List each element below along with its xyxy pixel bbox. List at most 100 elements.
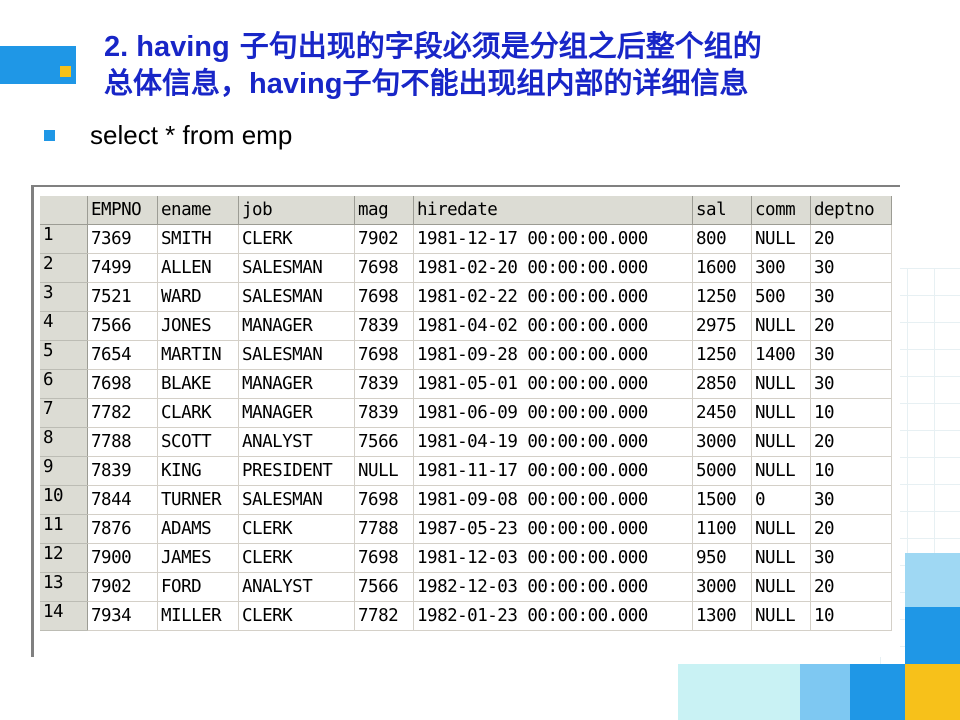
- table-cell[interactable]: 20: [810, 427, 892, 457]
- table-cell[interactable]: ANALYST: [238, 572, 355, 602]
- table-cell[interactable]: NULL: [751, 224, 811, 254]
- table-cell[interactable]: 7782: [354, 601, 414, 631]
- table-cell[interactable]: 7698: [354, 340, 414, 370]
- table-cell[interactable]: 1981-09-08 00:00:00.000: [413, 485, 693, 515]
- table-cell[interactable]: SALESMAN: [238, 253, 355, 283]
- table-cell[interactable]: 7698: [87, 369, 158, 399]
- table-cell[interactable]: 7698: [354, 282, 414, 312]
- table-cell[interactable]: SMITH: [157, 224, 239, 254]
- table-cell[interactable]: NULL: [751, 311, 811, 341]
- table-cell[interactable]: 800: [692, 224, 752, 254]
- row-number[interactable]: 4: [40, 311, 88, 341]
- table-row[interactable]: 2 7499 ALLEN SALESMAN 7698 1981-02-20 00:00:0…: [40, 253, 892, 283]
- table-cell[interactable]: 1981-12-03 00:00:00.000: [413, 543, 693, 573]
- table-cell[interactable]: 2975: [692, 311, 752, 341]
- table-cell[interactable]: NULL: [751, 543, 811, 573]
- table-cell[interactable]: 1987-05-23 00:00:00.000: [413, 514, 693, 544]
- row-number[interactable]: 9: [40, 456, 88, 486]
- table-cell[interactable]: 7902: [354, 224, 414, 254]
- table-cell[interactable]: 1981-11-17 00:00:00.000: [413, 456, 693, 486]
- table-cell[interactable]: BLAKE: [157, 369, 239, 399]
- table-cell[interactable]: MARTIN: [157, 340, 239, 370]
- table-cell[interactable]: 500: [751, 282, 811, 312]
- table-cell[interactable]: 3000: [692, 427, 752, 457]
- table-cell[interactable]: 7654: [87, 340, 158, 370]
- table-cell[interactable]: MANAGER: [238, 311, 355, 341]
- row-number[interactable]: 1: [40, 224, 88, 254]
- table-cell[interactable]: 3000: [692, 572, 752, 602]
- table-cell[interactable]: 7499: [87, 253, 158, 283]
- table-cell[interactable]: 950: [692, 543, 752, 573]
- table-cell[interactable]: 1600: [692, 253, 752, 283]
- table-cell[interactable]: 7839: [87, 456, 158, 486]
- table-cell[interactable]: FORD: [157, 572, 239, 602]
- table-cell[interactable]: 1981-02-20 00:00:00.000: [413, 253, 693, 283]
- table-cell[interactable]: SCOTT: [157, 427, 239, 457]
- table-cell[interactable]: 7900: [87, 543, 158, 573]
- table-cell[interactable]: SALESMAN: [238, 340, 355, 370]
- table-cell[interactable]: 30: [810, 282, 892, 312]
- row-number[interactable]: 7: [40, 398, 88, 428]
- row-number[interactable]: 13: [40, 572, 88, 602]
- table-cell[interactable]: NULL: [751, 369, 811, 399]
- column-header[interactable]: job: [238, 196, 355, 225]
- table-cell[interactable]: 2450: [692, 398, 752, 428]
- table-cell[interactable]: 1982-01-23 00:00:00.000: [413, 601, 693, 631]
- row-number[interactable]: 8: [40, 427, 88, 457]
- table-cell[interactable]: NULL: [751, 456, 811, 486]
- table-row[interactable]: 5 7654 MARTIN SALESMAN 7698 1981-09-28 00:00:…: [40, 340, 892, 370]
- column-header[interactable]: EMPNO: [87, 196, 158, 225]
- table-cell[interactable]: NULL: [751, 514, 811, 544]
- table-cell[interactable]: 1981-06-09 00:00:00.000: [413, 398, 693, 428]
- table-row[interactable]: 13 7902 FORD ANALYST 7566 1982-12-03 00:00:00…: [40, 572, 892, 602]
- table-cell[interactable]: PRESIDENT: [238, 456, 355, 486]
- table-cell[interactable]: 7698: [354, 543, 414, 573]
- table-cell[interactable]: ANALYST: [238, 427, 355, 457]
- table-cell[interactable]: 7902: [87, 572, 158, 602]
- table-cell[interactable]: 7844: [87, 485, 158, 515]
- row-number[interactable]: 10: [40, 485, 88, 515]
- table-cell[interactable]: 10: [810, 456, 892, 486]
- table-cell[interactable]: 1100: [692, 514, 752, 544]
- table-row[interactable]: 10 7844 TURNER SALESMAN 7698 1981-09-08 00:00…: [40, 485, 892, 515]
- table-cell[interactable]: 1981-12-17 00:00:00.000: [413, 224, 693, 254]
- table-cell[interactable]: 1250: [692, 340, 752, 370]
- table-cell[interactable]: NULL: [751, 572, 811, 602]
- table-cell[interactable]: 7876: [87, 514, 158, 544]
- table-cell[interactable]: NULL: [354, 456, 414, 486]
- table-cell[interactable]: SALESMAN: [238, 485, 355, 515]
- table-cell[interactable]: CLERK: [238, 224, 355, 254]
- table-cell[interactable]: MANAGER: [238, 398, 355, 428]
- table-cell[interactable]: 7566: [354, 572, 414, 602]
- row-number[interactable]: 12: [40, 543, 88, 573]
- table-cell[interactable]: JAMES: [157, 543, 239, 573]
- column-header[interactable]: comm: [751, 196, 811, 225]
- table-cell[interactable]: 1300: [692, 601, 752, 631]
- row-number[interactable]: 11: [40, 514, 88, 544]
- table-cell[interactable]: CLARK: [157, 398, 239, 428]
- table-cell[interactable]: 10: [810, 601, 892, 631]
- table-cell[interactable]: 20: [810, 224, 892, 254]
- table-cell[interactable]: 7698: [354, 485, 414, 515]
- table-cell[interactable]: 0: [751, 485, 811, 515]
- row-number-header[interactable]: [40, 196, 88, 225]
- table-row[interactable]: 3 7521 WARD SALESMAN 7698 1981-02-22 00:00:00…: [40, 282, 892, 312]
- table-cell[interactable]: TURNER: [157, 485, 239, 515]
- table-cell[interactable]: 7782: [87, 398, 158, 428]
- table-row[interactable]: 4 7566 JONES MANAGER 7839 1981-04-02 00:00:00…: [40, 311, 892, 341]
- table-cell[interactable]: 7839: [354, 311, 414, 341]
- table-cell[interactable]: 7698: [354, 253, 414, 283]
- table-cell[interactable]: 30: [810, 340, 892, 370]
- table-cell[interactable]: NULL: [751, 601, 811, 631]
- row-number[interactable]: 3: [40, 282, 88, 312]
- table-cell[interactable]: 1981-04-19 00:00:00.000: [413, 427, 693, 457]
- table-cell[interactable]: KING: [157, 456, 239, 486]
- table-cell[interactable]: 7839: [354, 369, 414, 399]
- table-row[interactable]: 1 7369 SMITH CLERK 7902 1981-12-17 00:00:00.0…: [40, 224, 892, 254]
- table-cell[interactable]: SALESMAN: [238, 282, 355, 312]
- table-cell[interactable]: 30: [810, 485, 892, 515]
- table-cell[interactable]: 1981-02-22 00:00:00.000: [413, 282, 693, 312]
- table-cell[interactable]: 5000: [692, 456, 752, 486]
- table-cell[interactable]: JONES: [157, 311, 239, 341]
- table-cell[interactable]: 1400: [751, 340, 811, 370]
